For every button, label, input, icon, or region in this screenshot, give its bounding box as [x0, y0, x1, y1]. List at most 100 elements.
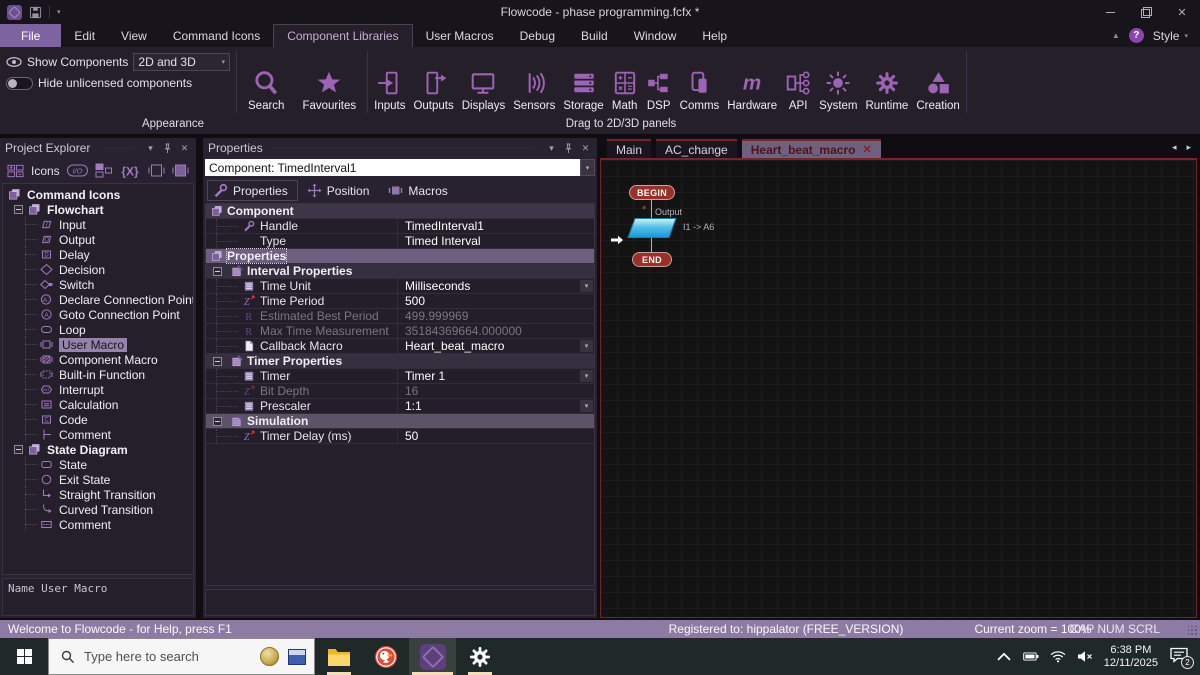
pin-icon[interactable] [161, 143, 174, 154]
document-tab-heart-beat-macro[interactable]: Heart_beat_macro✕ [742, 139, 881, 158]
tree-item-comment[interactable]: Comment [3, 517, 193, 532]
ribbon-item-api[interactable]: API [781, 47, 815, 117]
property-row-max-time-measurement[interactable]: RMax Time Measurement35184369664.000000 [206, 324, 594, 339]
document-tab-main[interactable]: Main [607, 139, 651, 158]
menu-build[interactable]: Build [568, 24, 621, 47]
panel-drag-handle[interactable] [100, 146, 134, 151]
show-components-dropdown[interactable]: 2D and 3D ▾ [133, 53, 230, 71]
minimize-button[interactable] [1092, 0, 1128, 24]
panel-3d-icon[interactable] [172, 163, 189, 178]
close-icon[interactable]: ✕ [178, 143, 191, 154]
property-row-time-unit[interactable]: Time UnitMilliseconds▾ [206, 279, 594, 294]
property-row-timer[interactable]: TimerTimer 1▾ [206, 369, 594, 384]
menu-command-icons[interactable]: Command Icons [160, 24, 273, 47]
hide-unlicensed-toggle[interactable] [6, 77, 33, 90]
tree-item-declare-connection-point[interactable]: A:Declare Connection Point [3, 292, 193, 307]
property-row-bit-depth[interactable]: ZBit Depth16 [206, 384, 594, 399]
property-value[interactable]: Timer 1▾ [398, 369, 594, 383]
variables-filter-icon[interactable]: {X} [119, 164, 141, 178]
tab-position[interactable]: Position [301, 180, 380, 201]
collapse-expander-icon[interactable] [14, 205, 23, 214]
menu-user-macros[interactable]: User Macros [413, 24, 507, 47]
panel-drag-handle[interactable] [273, 146, 535, 151]
volume-muted-icon[interactable] [1077, 650, 1093, 664]
collapse-ribbon-icon[interactable]: ▲ [1112, 31, 1120, 40]
restore-button[interactable] [1128, 0, 1164, 24]
menu-edit[interactable]: Edit [61, 24, 108, 47]
flowchart-canvas[interactable]: BEGIN * Output I1 -> A6 END [600, 158, 1197, 618]
components-filter-icon[interactable] [95, 163, 112, 178]
chevron-down-icon[interactable]: ▾ [580, 159, 595, 176]
save-icon[interactable] [29, 6, 42, 19]
taskbar-flowcode[interactable] [409, 638, 456, 675]
menu-file[interactable]: File [0, 24, 61, 47]
tree-item-comment[interactable]: Comment [3, 427, 193, 442]
resize-grip[interactable] [1188, 626, 1198, 636]
tree-item-goto-connection-point[interactable]: AGoto Connection Point [3, 307, 193, 322]
panel-menu-caret-icon[interactable]: ▾ [545, 143, 558, 154]
collapse-expander-icon[interactable] [14, 445, 23, 454]
end-node[interactable]: END [632, 252, 672, 267]
style-menu[interactable]: Style ▾ [1153, 29, 1188, 43]
output-node[interactable] [627, 218, 676, 238]
close-button[interactable] [1164, 0, 1200, 24]
quick-access-caret-icon[interactable]: ▾ [57, 8, 61, 16]
ribbon-item-runtime[interactable]: Runtime [862, 47, 913, 117]
property-value[interactable]: 35184369664.000000 [398, 324, 594, 338]
tree-item-output[interactable]: OOutput [3, 232, 193, 247]
search-input[interactable] [84, 649, 251, 664]
chevron-down-icon[interactable]: ▾ [580, 370, 593, 382]
tab-scroll-right-icon[interactable]: ▸ [1186, 142, 1191, 153]
property-value[interactable]: TimedInterval1 [398, 219, 594, 233]
ribbon-item-storage[interactable]: Storage [559, 47, 607, 117]
taskbar-duckduckgo[interactable] [362, 638, 409, 675]
property-row-time-period[interactable]: ZTime Period500 [206, 294, 594, 309]
ribbon-item-math[interactable]: Math [608, 47, 642, 117]
property-group-timer-properties[interactable]: Timer Properties [206, 354, 594, 369]
wifi-icon[interactable] [1050, 650, 1066, 664]
taskbar-search[interactable] [48, 638, 315, 675]
property-row-estimated-best-period[interactable]: REstimated Best Period499.999969 [206, 309, 594, 324]
tree-item-switch[interactable]: Switch [3, 277, 193, 292]
taskbar-settings[interactable] [456, 638, 503, 675]
ribbon-item-favourites[interactable]: Favourites [293, 47, 365, 117]
property-value[interactable]: 50 [398, 429, 594, 443]
tray-expand-chevron-icon[interactable] [996, 650, 1012, 664]
menu-window[interactable]: Window [621, 24, 690, 47]
ribbon-item-search[interactable]: Search [239, 47, 293, 117]
tab-scroll-left-icon[interactable]: ◂ [1172, 142, 1177, 153]
icon-grid-icon[interactable] [7, 164, 24, 178]
ribbon-item-hardware[interactable]: mHardware [723, 47, 781, 117]
ribbon-item-system[interactable]: System [815, 47, 861, 117]
ribbon-item-outputs[interactable]: Outputs [409, 47, 457, 117]
pin-icon[interactable] [562, 143, 575, 154]
tree-item-delay[interactable]: DDelay [3, 247, 193, 262]
chevron-down-icon[interactable]: ▾ [580, 400, 593, 412]
tree-item-user-macro[interactable]: User Macro [3, 337, 193, 352]
property-value[interactable]: Milliseconds▾ [398, 279, 594, 293]
tree-item-straight-transition[interactable]: Straight Transition [3, 487, 193, 502]
tree-item-state[interactable]: State [3, 457, 193, 472]
collapse-expander-icon[interactable] [213, 357, 222, 366]
close-tab-icon[interactable]: ✕ [862, 143, 871, 156]
notification-center[interactable]: 2 [1169, 647, 1191, 667]
tree-item-built-in-function[interactable]: Built-in Function [3, 367, 193, 382]
chevron-down-icon[interactable]: ▾ [580, 340, 593, 352]
panel-menu-caret-icon[interactable]: ▾ [144, 143, 157, 154]
property-row-callback-macro[interactable]: Callback MacroHeart_beat_macro▾ [206, 339, 594, 354]
chevron-down-icon[interactable]: ▾ [580, 280, 593, 292]
property-row-timer-delay-ms[interactable]: ZTimer Delay (ms)50 [206, 429, 594, 444]
tree-item-component-macro[interactable]: Component Macro [3, 352, 193, 367]
tab-properties[interactable]: Properties [207, 180, 298, 201]
property-value[interactable]: 500 [398, 294, 594, 308]
document-tab-ac-change[interactable]: AC_change [656, 139, 737, 158]
tree-item-exit-state[interactable]: Exit State [3, 472, 193, 487]
tree-item-flowchart[interactable]: Flowchart [3, 202, 193, 217]
property-value[interactable]: 1:1▾ [398, 399, 594, 413]
search-highlight-box-icon[interactable] [288, 649, 306, 665]
tree-item-command-icons[interactable]: Command Icons [3, 187, 193, 202]
start-button[interactable] [0, 638, 48, 675]
ribbon-item-sensors[interactable]: Sensors [509, 47, 559, 117]
tree-item-interrupt[interactable]: INTInterrupt [3, 382, 193, 397]
property-group-simulation[interactable]: Simulation [206, 414, 594, 429]
